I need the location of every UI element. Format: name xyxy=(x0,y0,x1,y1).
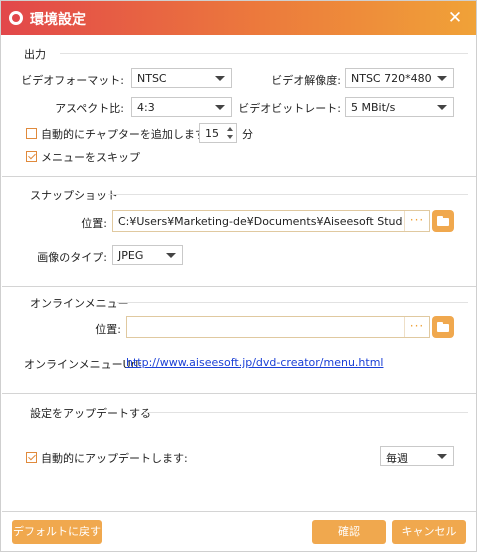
chapter-interval-stepper[interactable]: 15 xyxy=(199,123,237,143)
output-divider xyxy=(60,53,468,54)
restore-defaults-button[interactable]: デフォルトに戻す xyxy=(12,520,102,544)
chapter-interval-value: 15 xyxy=(205,127,219,140)
online-menu-url-link[interactable]: http://www.aiseesoft.jp/dvd-creator/menu… xyxy=(126,356,383,369)
snapshot-divider xyxy=(108,194,468,195)
chapter-interval-unit: 分 xyxy=(242,128,253,141)
window-title: 環境設定 xyxy=(30,12,86,28)
snapshot-location-label: 位置: xyxy=(81,217,107,230)
chevron-down-icon xyxy=(215,76,225,81)
video-bitrate-value: 5 MBit/s xyxy=(351,101,396,114)
stepper-up-icon[interactable] xyxy=(227,127,233,131)
video-bitrate-label: ビデオビットレート: xyxy=(238,102,341,115)
update-divider xyxy=(144,412,468,413)
auto-update-label: 自動的にアップデートします: xyxy=(41,452,188,465)
online-menu-url-label: オンラインメニューUrl: xyxy=(24,358,143,371)
video-format-value: NTSC xyxy=(137,72,167,85)
update-frequency-value: 毎週 xyxy=(386,452,408,465)
auto-update-checkbox[interactable] xyxy=(26,452,37,463)
chevron-down-icon xyxy=(437,76,447,81)
update-section-title: 設定をアップデートする xyxy=(30,407,151,420)
section-separator xyxy=(2,286,476,287)
snapshot-section-title: スナップショット xyxy=(30,189,118,202)
auto-chapter-label: 自動的にチャプターを追加します xyxy=(41,128,206,141)
video-resolution-value: NTSC 720*480 xyxy=(351,72,432,85)
video-resolution-label: ビデオ解像度: xyxy=(271,74,341,87)
video-format-label: ビデオフォーマット: xyxy=(21,74,124,87)
online-menu-section-title: オンラインメニュー xyxy=(30,297,129,310)
chevron-down-icon xyxy=(437,105,447,110)
browse-dots-button[interactable]: ··· xyxy=(404,211,429,231)
preferences-dialog: 環境設定 ✕ 出力 ビデオフォーマット: NTSC ビデオ解像度: NTSC 7… xyxy=(0,0,477,552)
aspect-ratio-value: 4:3 xyxy=(137,101,155,114)
cancel-button[interactable]: キャンセル xyxy=(392,520,466,544)
video-bitrate-select[interactable]: 5 MBit/s xyxy=(345,97,454,117)
chevron-down-icon xyxy=(166,253,176,258)
chevron-down-icon xyxy=(215,105,225,110)
stepper-down-icon[interactable] xyxy=(227,135,233,139)
snapshot-folder-icon[interactable] xyxy=(432,210,454,232)
update-frequency-select[interactable]: 毎週 xyxy=(380,446,454,466)
close-icon[interactable]: ✕ xyxy=(445,8,465,28)
online-menu-folder-icon[interactable] xyxy=(432,316,454,338)
online-menu-divider xyxy=(117,302,468,303)
image-type-select[interactable]: JPEG xyxy=(112,245,183,265)
snapshot-location-value: C:¥Users¥Marketing-de¥Documents¥Aiseesof… xyxy=(118,215,402,228)
auto-chapter-checkbox[interactable] xyxy=(26,128,37,139)
app-logo-icon xyxy=(9,11,23,25)
image-type-label: 画像のタイプ: xyxy=(37,251,107,264)
chevron-down-icon xyxy=(437,454,447,459)
aspect-ratio-select[interactable]: 4:3 xyxy=(131,97,232,117)
snapshot-location-field[interactable]: C:¥Users¥Marketing-de¥Documents¥Aiseesof… xyxy=(112,210,430,232)
skip-menu-label: メニューをスキップ xyxy=(41,151,140,164)
video-format-select[interactable]: NTSC xyxy=(131,68,232,88)
skip-menu-checkbox[interactable] xyxy=(26,151,37,162)
image-type-value: JPEG xyxy=(118,249,144,262)
section-separator xyxy=(2,176,476,177)
section-separator xyxy=(2,393,476,394)
title-bar: 環境設定 ✕ xyxy=(1,1,476,35)
output-section-title: 出力 xyxy=(24,48,46,61)
footer-separator xyxy=(2,511,476,512)
ok-button[interactable]: 確認 xyxy=(312,520,386,544)
online-menu-location-label: 位置: xyxy=(95,323,121,336)
browse-dots-button[interactable]: ··· xyxy=(404,317,429,337)
video-resolution-select[interactable]: NTSC 720*480 xyxy=(345,68,454,88)
online-menu-location-field[interactable]: ··· xyxy=(126,316,430,338)
aspect-ratio-label: アスペクト比: xyxy=(55,102,124,115)
